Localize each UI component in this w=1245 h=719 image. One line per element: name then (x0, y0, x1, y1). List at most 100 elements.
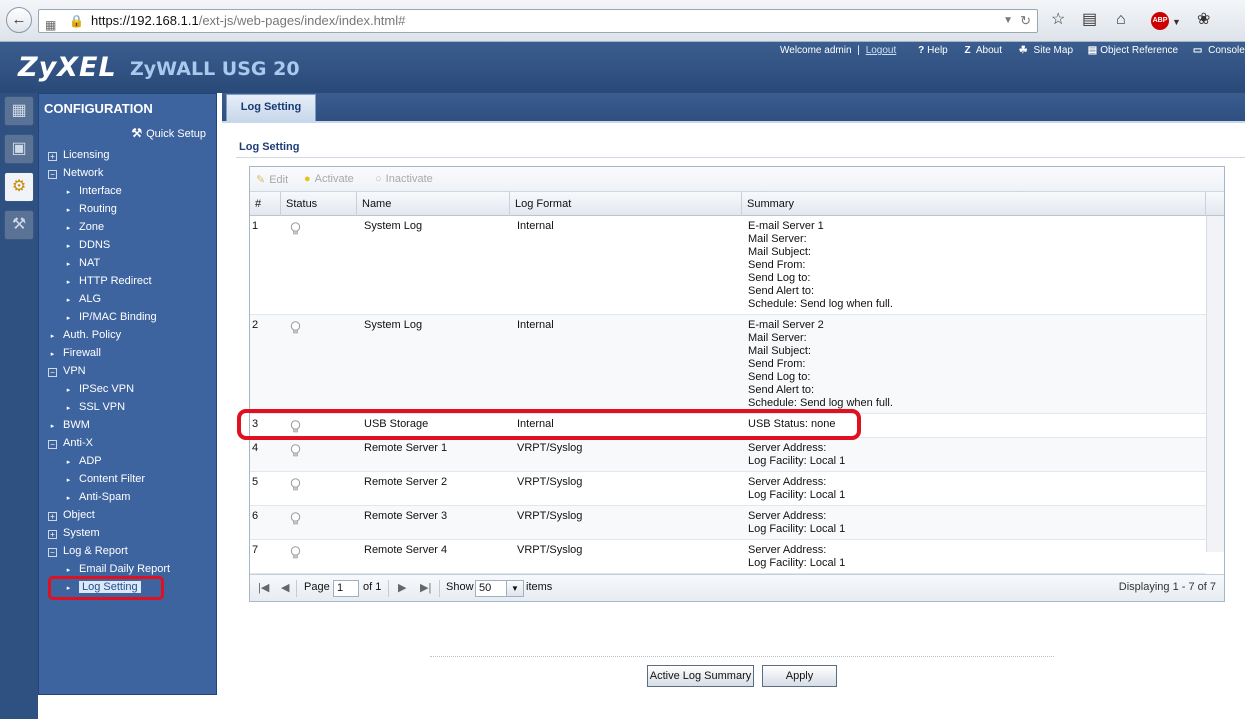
next-page-icon[interactable]: ▶ (398, 581, 406, 594)
table-row[interactable]: 1 System Log Internal E-mail Server 1 Mail … (250, 216, 1206, 315)
back-arrow-icon[interactable]: ← (6, 7, 32, 33)
sidebar-item-nat[interactable]: ▸ NAT (64, 255, 100, 271)
expand-icon: + (48, 512, 57, 521)
sidebar-item-label: Anti-X (63, 437, 93, 449)
status-bulb-icon[interactable] (290, 321, 301, 334)
bullet-arrow-icon: ▸ (66, 387, 71, 394)
sidebar-item-routing[interactable]: ▸ Routing (64, 201, 117, 217)
home-icon[interactable]: ⌂ (1116, 11, 1126, 29)
bullet-arrow-icon: ▸ (66, 279, 71, 286)
help-icon: ? (918, 45, 925, 56)
inactivate-button[interactable]: ○ Inactivate (375, 173, 433, 185)
log-setting-grid: ✎ Edit ● Activate ○ Inactivate # Status Nam… (249, 166, 1225, 602)
tab-log-setting[interactable]: Log Setting (226, 94, 316, 121)
sidebar-item-licensing[interactable]: + Licensing (48, 147, 109, 163)
sidebar-item-interface[interactable]: ▸ Interface (64, 183, 122, 199)
about-link[interactable]: Z About (965, 45, 1005, 56)
bullet-arrow-icon: ▸ (66, 243, 71, 250)
sidebar-item-alg[interactable]: ▸ ALG (64, 291, 101, 307)
sidebar-item-ssl-vpn[interactable]: ▸ SSL VPN (64, 399, 125, 415)
page-label: Page (304, 581, 330, 593)
address-bar[interactable]: ▦ 🔒 https://192.168.1.1/ext-js/web-pages… (38, 9, 1038, 33)
adblock-icon[interactable]: ABP (1151, 12, 1169, 30)
sidebar-item-ipsec-vpn[interactable]: ▸ IPSec VPN (64, 381, 134, 397)
page-count: of 1 (363, 581, 382, 593)
adblock-dropdown-icon[interactable]: ▼ (1172, 13, 1181, 31)
sidebar-item-vpn[interactable]: − VPN (48, 363, 86, 379)
star-icon[interactable]: ☆ (1051, 11, 1065, 29)
activate-button[interactable]: ● Activate (304, 173, 354, 185)
sidebar-item-email-daily-report[interactable]: ▸ Email Daily Report (64, 561, 170, 577)
chevron-down-icon[interactable]: ▼ (506, 580, 524, 597)
sidebar-item-network[interactable]: − Network (48, 165, 103, 181)
site-grid-icon: ▦ (45, 18, 57, 32)
table-row[interactable]: 2 System Log Internal E-mail Server 2 Mail … (250, 315, 1206, 414)
sidebar-item-auth-policy[interactable]: ▸ Auth. Policy (48, 327, 121, 343)
edit-button[interactable]: ✎ Edit (256, 173, 288, 186)
grid-scrollbar[interactable] (1206, 216, 1224, 552)
site-map-link[interactable]: ☘ Site Map (1019, 45, 1076, 56)
monitor-icon[interactable]: ▣ (4, 134, 34, 164)
sidebar-item-system[interactable]: + System (48, 525, 100, 541)
cell-number: 2 (252, 319, 259, 331)
cell-summary: Server Address: Log Facility: Local 1 (748, 510, 846, 535)
apply-button[interactable]: Apply (762, 665, 837, 687)
page-size-select[interactable]: 50 (475, 580, 507, 597)
column-header-log-format[interactable]: Log Format (510, 192, 742, 216)
reload-icon[interactable]: ↻ (1020, 10, 1031, 32)
table-row[interactable]: 4 Remote Server 1 VRPT/Syslog Server Addres… (250, 438, 1206, 472)
first-page-icon[interactable]: |◀ (258, 581, 269, 594)
sidebar-item-ddns[interactable]: ▸ DDNS (64, 237, 110, 253)
column-header-name[interactable]: Name (357, 192, 510, 216)
sidebar-item-content-filter[interactable]: ▸ Content Filter (64, 471, 145, 487)
status-bulb-icon[interactable] (290, 512, 301, 525)
sidebar-item-object[interactable]: + Object (48, 507, 95, 523)
sidebar-item-bwm[interactable]: ▸ BWM (48, 417, 90, 433)
logout-link[interactable]: Logout (866, 45, 897, 56)
last-page-icon[interactable]: ▶| (420, 581, 431, 594)
bullet-arrow-icon: ▸ (66, 189, 71, 196)
sidebar-item-anti-spam[interactable]: ▸ Anti-Spam (64, 489, 131, 505)
bullet-arrow-icon: ▸ (66, 297, 71, 304)
sidebar-item-adp[interactable]: ▸ ADP (64, 453, 102, 469)
sidebar-item-ip-mac-binding[interactable]: ▸ IP/MAC Binding (64, 309, 157, 325)
console-link[interactable]: ▭ Console (1193, 45, 1245, 56)
extension-icon[interactable]: ❀ (1197, 11, 1210, 29)
url-dropdown-icon[interactable]: ▼ (1003, 10, 1013, 32)
help-link[interactable]: ? Help (918, 45, 951, 56)
sidebar-item-label: Zone (79, 221, 105, 233)
sidebar-item-zone[interactable]: ▸ Zone (64, 219, 104, 235)
page-number-input[interactable]: 1 (333, 580, 359, 597)
maintenance-icon[interactable]: ⚒ (4, 210, 34, 240)
sidebar-item-log-report[interactable]: − Log & Report (48, 543, 128, 559)
prev-page-icon[interactable]: ◀ (281, 581, 289, 594)
active-log-summary-button[interactable]: Active Log Summary (647, 665, 754, 687)
column-header-status[interactable]: Status (281, 192, 357, 216)
table-row[interactable]: 7 Remote Server 4 VRPT/Syslog Server Addres… (250, 540, 1206, 574)
section-divider (236, 157, 1245, 158)
status-bulb-icon[interactable] (290, 546, 301, 559)
sidebar-item-firewall[interactable]: ▸ Firewall (48, 345, 101, 361)
quick-setup-link[interactable]: ⚒ Quick Setup (131, 126, 206, 140)
status-bulb-icon[interactable] (290, 478, 301, 491)
table-row[interactable]: 5 Remote Server 2 VRPT/Syslog Server Addres… (250, 472, 1206, 506)
header-separator: | (857, 45, 860, 56)
table-row[interactable]: 6 Remote Server 3 VRPT/Syslog Server Addres… (250, 506, 1206, 540)
bullet-arrow-icon: ▸ (66, 495, 71, 502)
column-header-summary[interactable]: Summary (742, 192, 1206, 216)
status-bulb-icon[interactable] (290, 222, 301, 235)
sidebar-item-label: NAT (79, 257, 101, 269)
sidebar-item-label: SSL VPN (79, 401, 126, 413)
dashboard-icon[interactable]: ▦ (4, 96, 34, 126)
column-header-number[interactable]: # (250, 192, 281, 216)
sidebar-item-label: Licensing (63, 149, 110, 161)
object-reference-link[interactable]: ▤ Object Reference (1088, 45, 1181, 56)
sidebar-item-http-redirect[interactable]: ▸ HTTP Redirect (64, 273, 152, 289)
sidebar-item-anti-x[interactable]: − Anti-X (48, 435, 93, 451)
status-bulb-icon[interactable] (290, 444, 301, 457)
device-model: ZyWALL USG 20 (130, 58, 300, 80)
welcome-text: Welcome admin (780, 45, 852, 56)
configuration-gear-icon[interactable]: ⚙ (4, 172, 34, 202)
section-title: Log Setting (239, 141, 300, 153)
reading-list-icon[interactable]: ▤ (1082, 11, 1097, 29)
